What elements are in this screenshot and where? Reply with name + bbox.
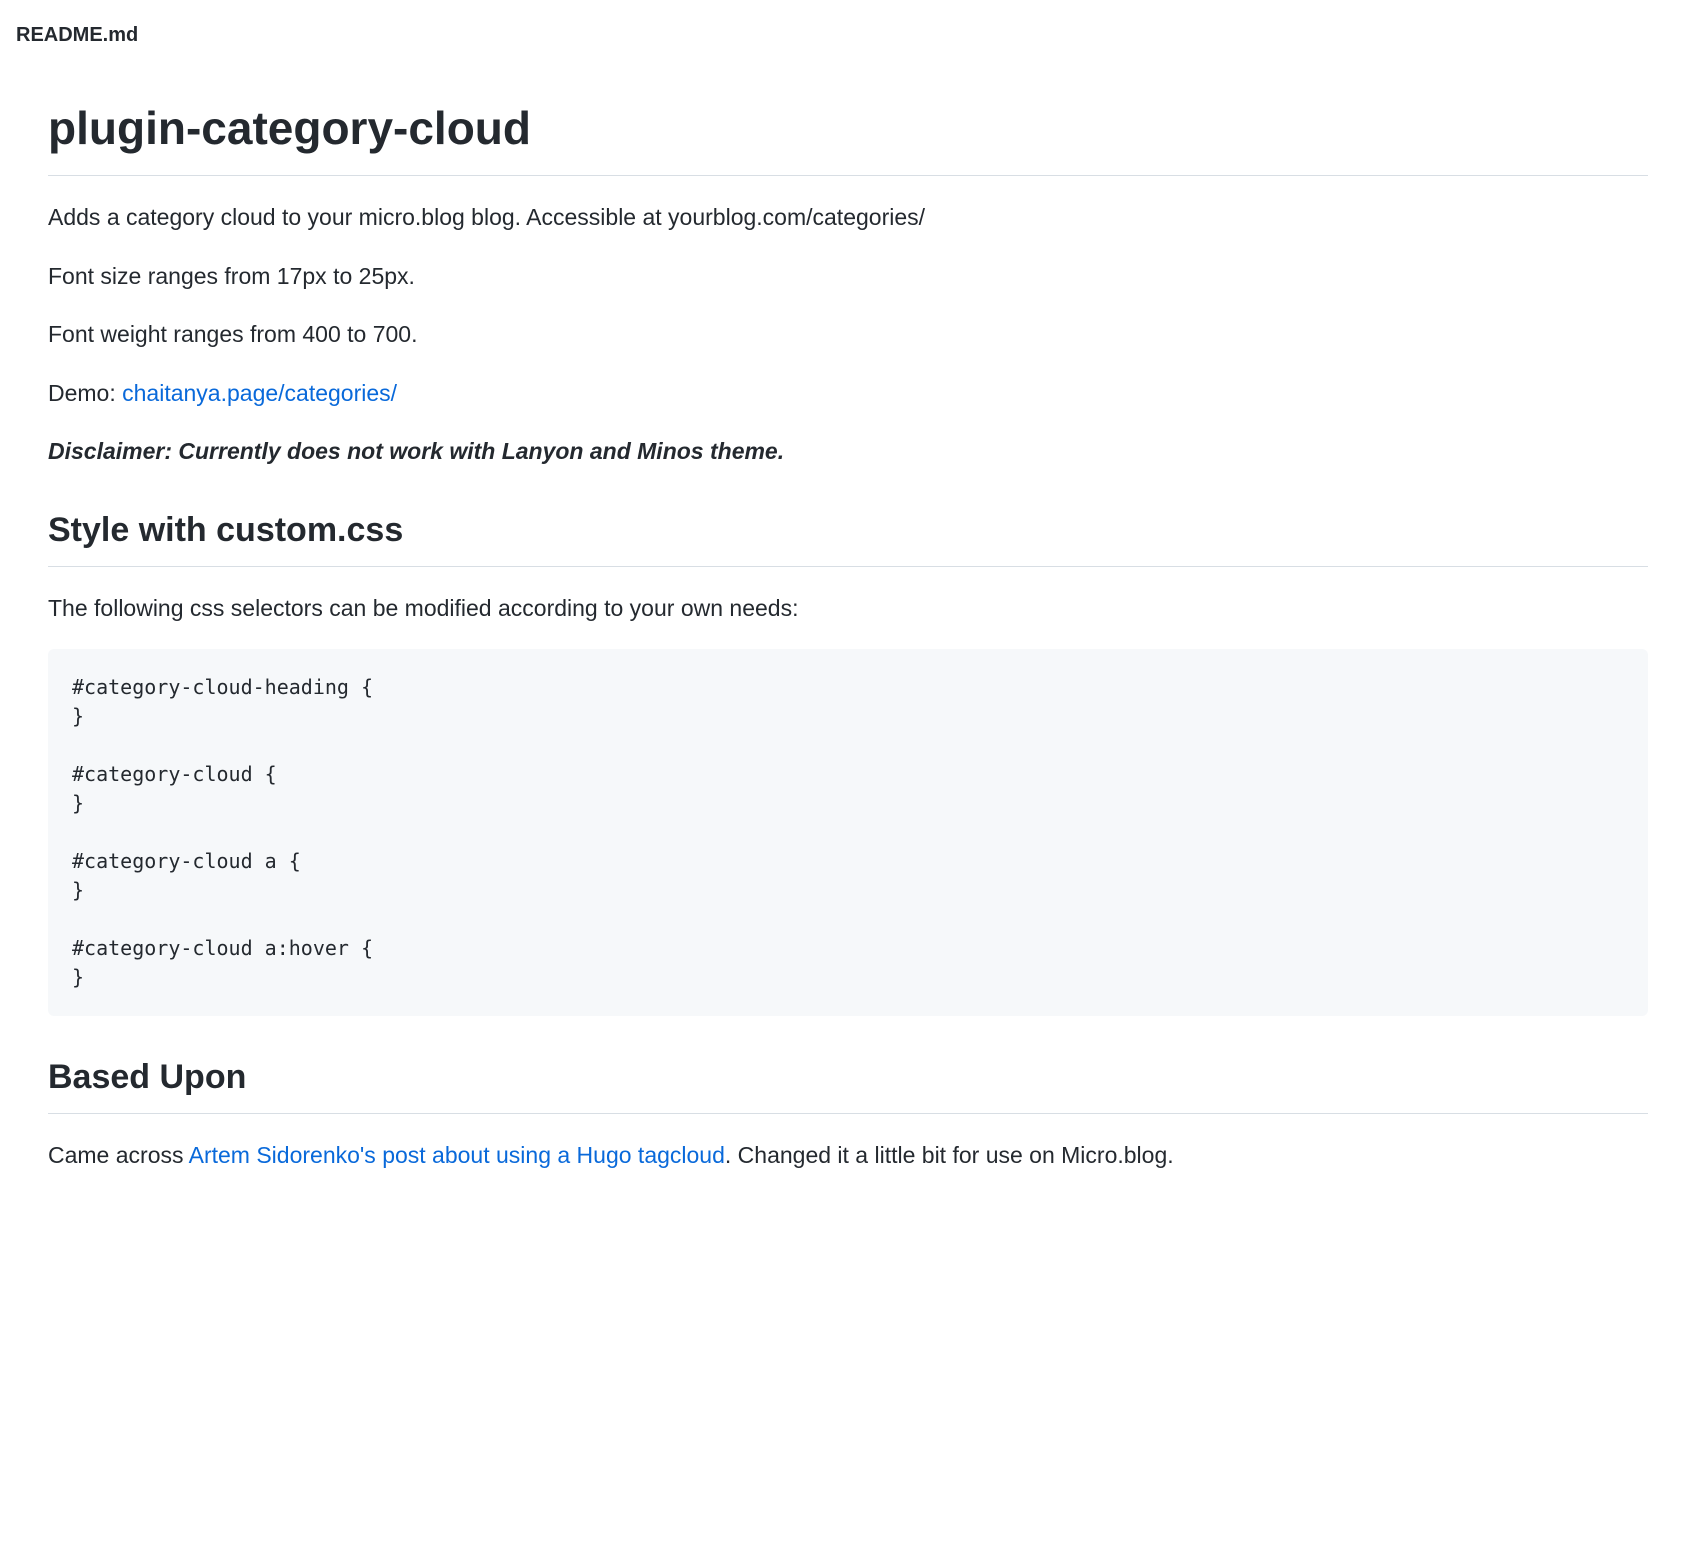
readme-content: plugin-category-cloud Adds a category cl…: [0, 94, 1696, 1173]
demo-paragraph: Demo: chaitanya.page/categories/: [48, 376, 1648, 411]
based-upon-text-after: . Changed it a little bit for use on Mic…: [725, 1142, 1174, 1168]
demo-label: Demo:: [48, 380, 122, 406]
readme-container: README.md plugin-category-cloud Adds a c…: [0, 0, 1696, 1237]
based-upon-paragraph: Came across Artem Sidorenko's post about…: [48, 1138, 1648, 1173]
based-upon-text-before: Came across: [48, 1142, 189, 1168]
intro-paragraph-1: Adds a category cloud to your micro.blog…: [48, 200, 1648, 235]
code-block: #category-cloud-heading { } #category-cl…: [48, 649, 1648, 1016]
page-title: plugin-category-cloud: [48, 94, 1648, 176]
disclaimer-text: Disclaimer: Currently does not work with…: [48, 434, 1648, 469]
intro-paragraph-2: Font size ranges from 17px to 25px.: [48, 259, 1648, 294]
style-intro: The following css selectors can be modif…: [48, 591, 1648, 626]
css-code: #category-cloud-heading { } #category-cl…: [72, 675, 373, 989]
demo-link[interactable]: chaitanya.page/categories/: [122, 380, 397, 406]
based-upon-heading: Based Upon: [48, 1052, 1648, 1114]
file-header: README.md: [0, 16, 1696, 66]
intro-paragraph-3: Font weight ranges from 400 to 700.: [48, 317, 1648, 352]
style-heading: Style with custom.css: [48, 505, 1648, 567]
based-upon-link[interactable]: Artem Sidorenko's post about using a Hug…: [189, 1142, 725, 1168]
